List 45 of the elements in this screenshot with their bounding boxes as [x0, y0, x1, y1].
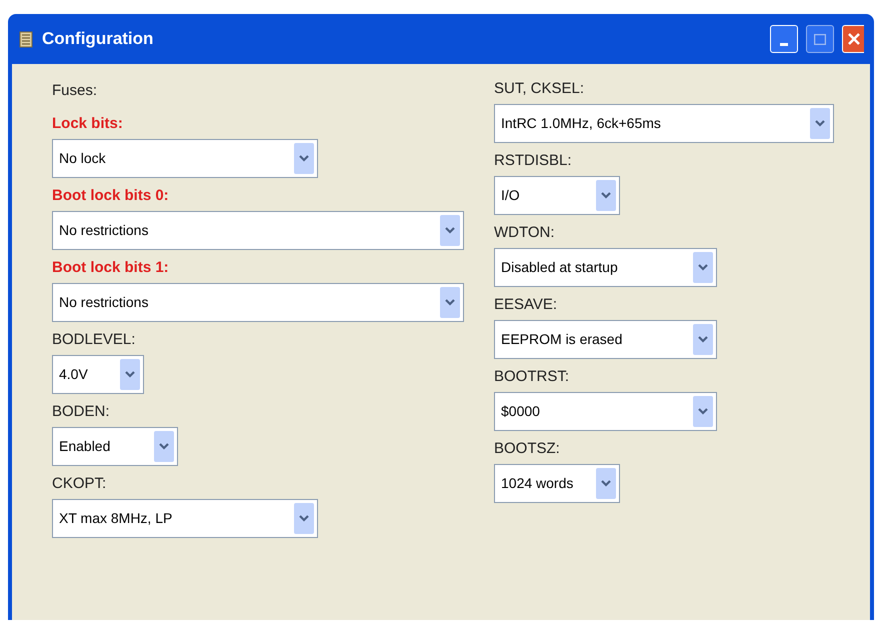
- maximize-icon: [814, 34, 826, 44]
- field-label: SUT, CKSEL:: [494, 79, 584, 99]
- caret-icon: [120, 359, 140, 390]
- caret-icon: [596, 468, 616, 499]
- caret-icon: [154, 431, 174, 462]
- dropdown[interactable]: No restrictions: [52, 211, 464, 250]
- caret-icon: [810, 108, 830, 139]
- dropdown[interactable]: IntRC 1.0MHz, 6ck+65ms: [494, 104, 834, 143]
- field-label: BOOTSZ:: [494, 439, 560, 459]
- window-title: Configuration: [42, 28, 154, 50]
- field-label: EESAVE:: [494, 295, 558, 315]
- caret-icon: [294, 503, 314, 534]
- app-icon: [18, 30, 34, 48]
- caret-icon: [596, 180, 616, 211]
- dropdown[interactable]: $0000: [494, 392, 717, 431]
- dropdown[interactable]: 1024 words: [494, 464, 620, 503]
- dropdown[interactable]: Disabled at startup: [494, 248, 717, 287]
- field-label: CKOPT:: [52, 474, 106, 494]
- close-icon: [848, 33, 860, 45]
- dropdown[interactable]: No lock: [52, 139, 318, 178]
- section-label: Fuses:: [52, 81, 98, 101]
- caret-icon: [440, 215, 460, 246]
- field-label: Boot lock bits 1:: [52, 258, 169, 278]
- dropdown[interactable]: I/O: [494, 176, 620, 215]
- caret-icon: [693, 252, 713, 283]
- dropdown[interactable]: No restrictions: [52, 283, 464, 322]
- maximize-button[interactable]: [806, 25, 834, 53]
- caret-icon: [440, 287, 460, 318]
- field-label: RSTDISBL:: [494, 151, 572, 171]
- close-button[interactable]: [842, 25, 864, 53]
- dropdown[interactable]: XT max 8MHz, LP: [52, 499, 318, 538]
- field-label: Boot lock bits 0:: [52, 186, 169, 206]
- dropdown[interactable]: EEPROM is erased: [494, 320, 717, 359]
- field-label: BODEN:: [52, 402, 110, 422]
- caret-icon: [693, 324, 713, 355]
- field-label: BOOTRST:: [494, 367, 570, 387]
- caret-icon: [294, 143, 314, 174]
- dropdown[interactable]: Enabled: [52, 427, 178, 466]
- dropdown[interactable]: 4.0V: [52, 355, 144, 394]
- caret-icon: [693, 396, 713, 427]
- field-label: BODLEVEL:: [52, 330, 136, 350]
- minimize-icon: [780, 43, 788, 46]
- minimize-button[interactable]: [770, 25, 798, 53]
- field-label: WDTON:: [494, 223, 555, 243]
- field-label: Lock bits:: [52, 114, 123, 134]
